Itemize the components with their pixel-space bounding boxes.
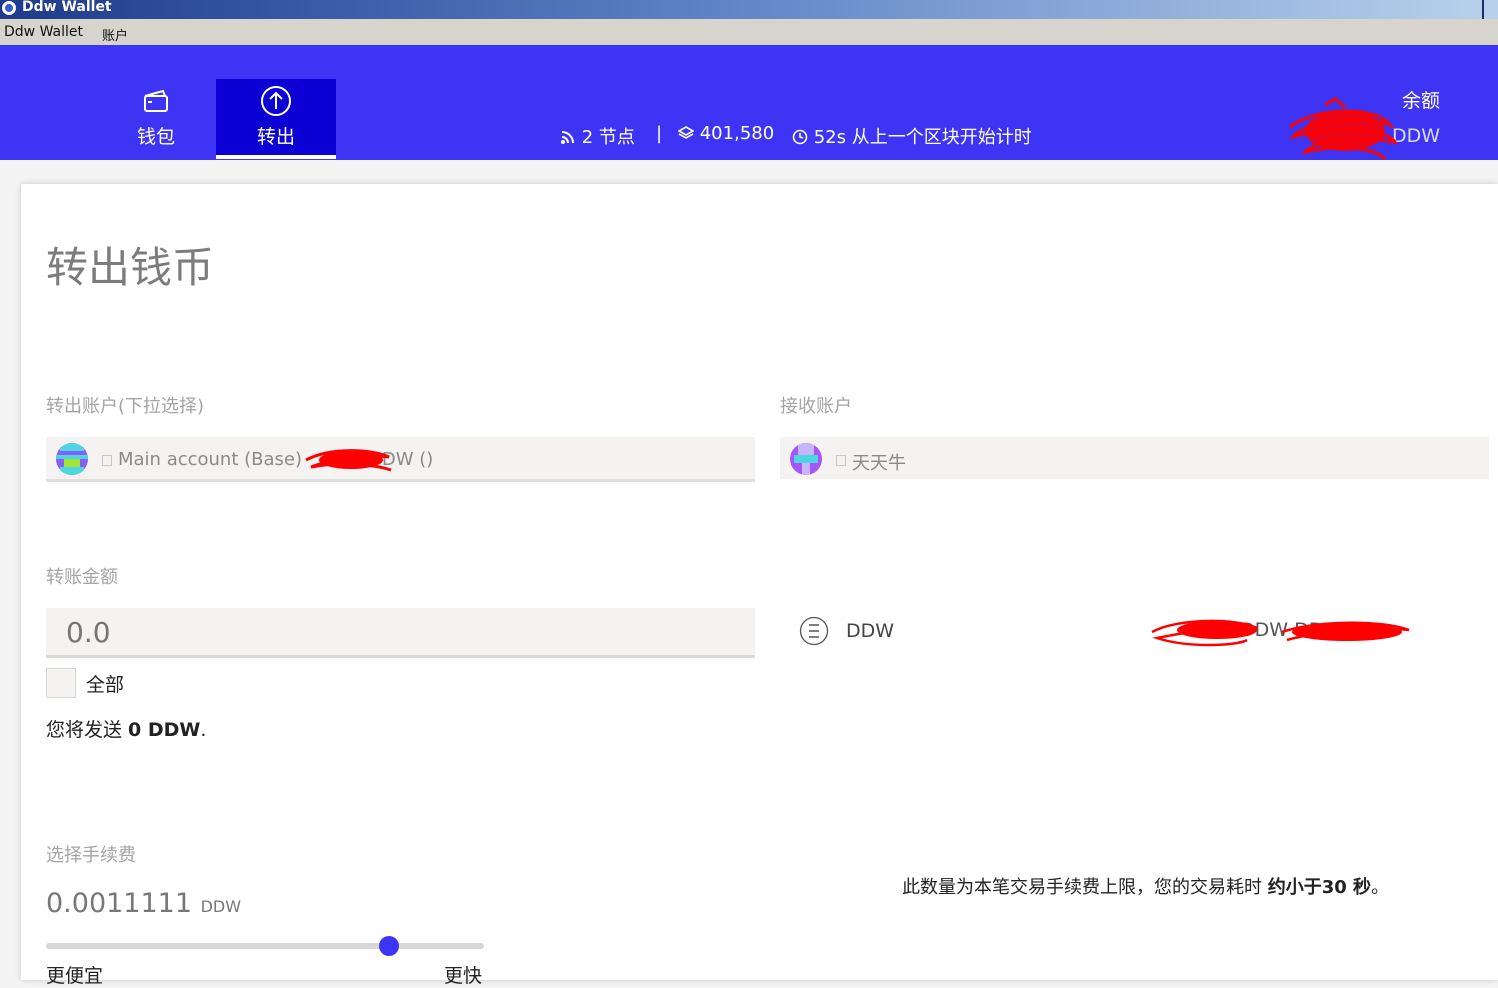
block-time: 52s 从上一个区块开始计时 <box>792 123 1032 149</box>
amount-input[interactable] <box>66 614 726 650</box>
account-balance-text: DDW DDW) <box>1240 619 1350 641</box>
balance-unit: DDW <box>1391 125 1440 147</box>
menu-item-app[interactable]: Ddw Wallet <box>4 24 83 40</box>
tab-send[interactable]: 转出 <box>216 79 336 159</box>
fee-value-unit: DDW <box>200 897 242 916</box>
to-account-name: 天天牛 <box>852 453 906 474</box>
wallet-icon <box>144 89 168 112</box>
amount-field[interactable] <box>46 608 755 658</box>
fee-note-time: 约小于30 秒 <box>1267 877 1372 898</box>
fee-label: 选择手续费 <box>46 845 136 866</box>
to-account-label: 接收账户 <box>780 396 852 417</box>
fee-slider-track[interactable] <box>46 943 484 949</box>
menu-item-accounts[interactable]: 账户 <box>102 25 128 44</box>
send-summary-prefix: 您将发送 <box>46 719 129 741</box>
fee-value: 0.0011111 DDW <box>46 888 241 919</box>
redaction-scribble <box>1288 97 1399 161</box>
status-separator: | <box>656 123 663 144</box>
tab-wallet-label: 钱包 <box>136 126 175 148</box>
fee-note-prefix: 此数量为本笔交易手续费上限，您的交易耗时 <box>902 877 1268 898</box>
window-edge <box>1482 0 1484 19</box>
send-card: 转出钱币 转出账户(下拉选择) Main account (Base) DDW … <box>21 184 1498 987</box>
fee-note-suffix: 。 <box>1371 877 1390 898</box>
send-summary: 您将发送 0 DDW. <box>46 715 206 742</box>
from-account-name: Main account (Base) <box>118 449 302 470</box>
chevron-icon <box>836 455 846 466</box>
from-account-avatar <box>56 443 88 475</box>
peer-count: 2 节点 <box>560 123 635 149</box>
window-title: Ddw Wallet <box>22 0 112 15</box>
amount-currency: DDW <box>846 620 895 642</box>
rss-icon <box>561 131 574 144</box>
send-all-checkbox[interactable] <box>46 668 76 698</box>
send-all-label: 全部 <box>86 674 125 696</box>
window-titlebar: Ddw Wallet <box>0 0 1498 19</box>
to-account-select[interactable]: 天天牛 <box>780 437 1489 479</box>
upload-arrow-icon <box>261 86 291 116</box>
fee-slider-thumb[interactable] <box>379 936 399 956</box>
fee-cheaper-label: 更便宜 <box>46 965 104 987</box>
balance-label: 余额 <box>1401 90 1440 112</box>
block-time-text: 52s 从上一个区块开始计时 <box>813 127 1032 148</box>
menu-bar: Ddw Wallet 账户 <box>0 19 1498 45</box>
from-account-suffix: DDW () <box>368 449 434 470</box>
fee-note: 此数量为本笔交易手续费上限，您的交易耗时 约小于30 秒。 <box>902 873 1389 899</box>
fee-faster-label: 更快 <box>444 965 483 987</box>
app-icon <box>2 1 16 15</box>
block-number: 401,580 <box>677 123 775 144</box>
from-account-label: 转出账户(下拉选择) <box>46 396 205 417</box>
from-account-select[interactable]: Main account (Base) DDW () <box>46 437 755 482</box>
tab-send-label: 转出 <box>256 126 295 148</box>
clock-icon <box>792 129 808 145</box>
send-summary-value: 0 DDW <box>128 719 201 741</box>
tab-wallet[interactable]: 钱包 <box>96 79 216 159</box>
block-number-text: 401,580 <box>699 123 775 144</box>
layers-icon <box>677 126 695 139</box>
to-account-avatar <box>790 443 822 475</box>
chevron-icon <box>102 455 112 466</box>
ether-icon <box>799 616 829 646</box>
fee-value-number: 0.0011111 <box>46 888 193 919</box>
peer-count-text: 2 节点 <box>581 127 635 148</box>
amount-label: 转账金额 <box>46 567 118 588</box>
send-summary-suffix: . <box>200 719 207 741</box>
app-header: 钱包 转出 2 节点 | 401,580 52s 从上一个区块开始计时 余额 D… <box>0 45 1498 161</box>
page-title: 转出钱币 <box>46 243 215 292</box>
